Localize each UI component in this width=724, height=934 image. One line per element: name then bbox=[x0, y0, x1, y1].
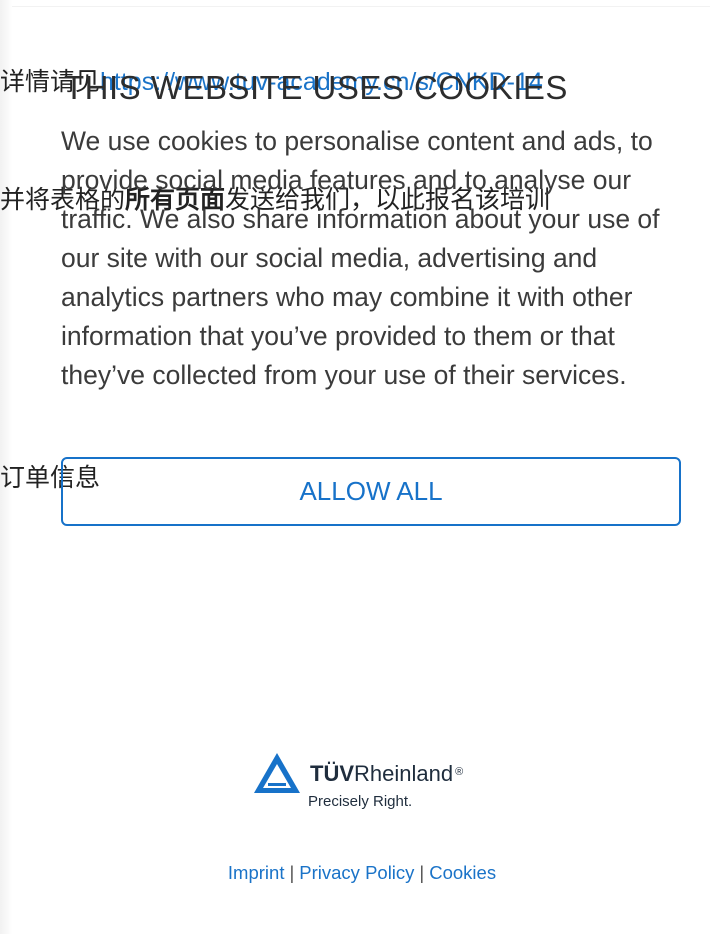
logo-brand-regular: Rheinland bbox=[354, 761, 454, 786]
cookies-link[interactable]: Cookies bbox=[429, 862, 496, 883]
logo-brand-text: TÜVRheinland ® bbox=[310, 761, 463, 787]
privacy-policy-link[interactable]: Privacy Policy bbox=[299, 862, 414, 883]
registered-mark: ® bbox=[455, 766, 464, 778]
cookie-consent-page: 详情请见https://www.tuv-academy.cn/s/CNKD-14… bbox=[0, 0, 724, 934]
cookie-banner-title: THIS WEBSITE USES COOKIES bbox=[64, 69, 568, 106]
footer-links: Imprint | Privacy Policy | Cookies bbox=[0, 860, 724, 886]
tuv-rheinland-logo: TÜVRheinland ® Precisely Right. bbox=[252, 751, 502, 813]
allow-all-button[interactable]: ALLOW ALL bbox=[61, 457, 681, 526]
top-divider bbox=[12, 6, 710, 7]
triangle-logo-icon bbox=[254, 753, 300, 793]
footer-separator: | bbox=[289, 862, 295, 883]
logo-tagline: Precisely Right. bbox=[308, 793, 413, 810]
imprint-link[interactable]: Imprint bbox=[228, 862, 285, 883]
footer-separator: | bbox=[419, 862, 425, 883]
cookie-banner-body: We use cookies to personalise content an… bbox=[61, 126, 660, 390]
logo-brand-bold: TÜV bbox=[310, 761, 354, 786]
